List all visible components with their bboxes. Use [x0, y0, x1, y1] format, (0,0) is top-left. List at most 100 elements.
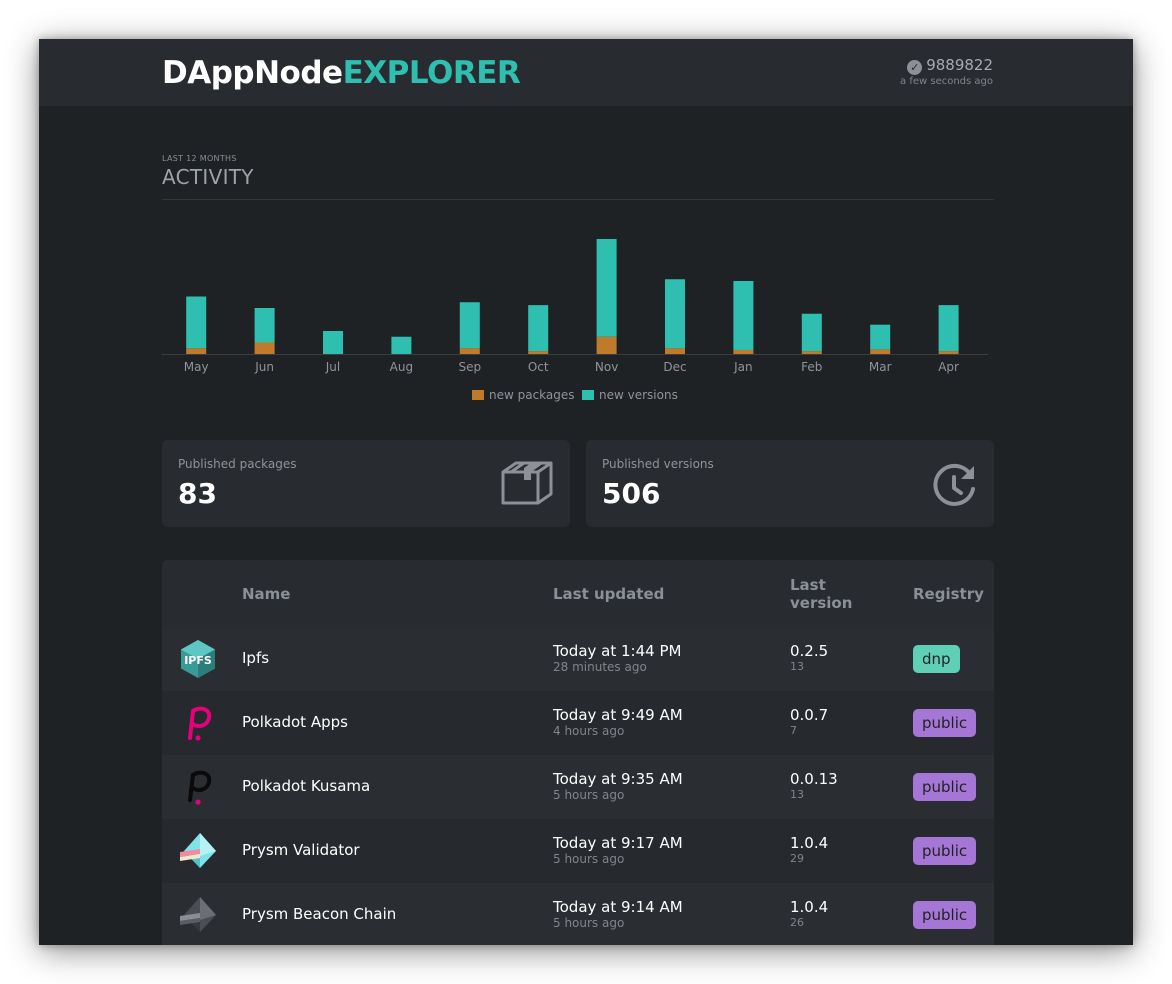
polkadot-kusama-icon [188, 770, 212, 805]
version-count: 7 [790, 724, 797, 737]
version-count: 13 [790, 660, 804, 673]
version-count: 29 [790, 852, 804, 865]
activity-title: ACTIVITY [162, 165, 254, 189]
registry-badge[interactable]: public [913, 709, 977, 737]
bar-new-packages [459, 348, 480, 354]
x-tick-label: Feb [801, 360, 822, 374]
last-updated: Today at 1:44 PM [553, 642, 682, 660]
x-tick-label: Apr [938, 360, 959, 374]
logo-accent: EXPLORER [342, 55, 521, 91]
package-box-icon [501, 461, 553, 505]
registry-badge[interactable]: dnp [913, 645, 960, 673]
x-tick-label: Mar [869, 360, 892, 374]
package-name[interactable]: Prysm Beacon Chain [242, 905, 396, 923]
bar-new-versions [596, 239, 617, 337]
last-updated-ago: 5 hours ago [553, 916, 625, 930]
app-window: DAppNodeEXPLORER ✓ 9889822 a few seconds … [39, 39, 1133, 945]
x-tick-label: Jan [733, 360, 753, 374]
column-registry-header[interactable]: Registry [913, 585, 984, 603]
x-tick-label: Aug [390, 360, 413, 374]
polkadot-apps-icon [188, 706, 212, 741]
legend-swatch-packages [472, 390, 484, 400]
published-packages-label: Published packages [178, 457, 297, 471]
version-count: 13 [790, 788, 804, 801]
legend-label-versions: new versions [599, 388, 678, 402]
ipfs-icon: IPFS [181, 640, 215, 678]
bar-new-versions [391, 336, 412, 354]
published-packages-card: Published packages 83 [162, 440, 570, 527]
bar-new-packages [938, 351, 959, 354]
table-row[interactable]: Polkadot Kusama Today at 9:35 AM 5 hours… [162, 755, 994, 819]
last-version: 0.2.5 [790, 642, 829, 660]
package-name[interactable]: Polkadot Kusama [242, 777, 370, 795]
column-updated-header[interactable]: Last updated [553, 585, 664, 603]
logo[interactable]: DAppNodeEXPLORER [162, 55, 521, 91]
check-circle-icon: ✓ [907, 60, 923, 75]
column-version-header-line2: version [790, 594, 853, 612]
legend-label-packages: new packages [489, 388, 575, 402]
prysm-beacon-chain-icon [180, 897, 216, 932]
table-row[interactable]: Prysm Beacon Chain Today at 9:14 AM 5 ho… [162, 883, 994, 945]
version-count: 26 [790, 916, 804, 929]
x-tick-label: Dec [663, 360, 686, 374]
last-version: 1.0.4 [790, 898, 829, 916]
bar-new-versions [528, 305, 549, 352]
registry-badge[interactable]: public [913, 837, 977, 865]
table-row[interactable]: Polkadot Apps Today at 9:49 AM 4 hours a… [162, 691, 994, 755]
registry-badge[interactable]: public [913, 901, 977, 929]
table-header: Name Last updated Last version Registry [162, 560, 994, 627]
last-version: 0.0.7 [790, 706, 829, 724]
column-version-header[interactable]: Last version [790, 576, 852, 612]
bar-new-versions [938, 305, 959, 352]
bar-new-packages [596, 336, 617, 354]
activity-subtitle: LAST 12 MONTHS [162, 154, 237, 163]
published-packages-value: 83 [178, 477, 217, 510]
last-updated-ago: 5 hours ago [553, 788, 625, 802]
top-bar: DAppNodeEXPLORER ✓ 9889822 a few seconds … [39, 39, 1133, 106]
bar-new-packages [733, 349, 754, 354]
bar-new-versions [254, 308, 275, 343]
x-tick-label: Jul [325, 360, 340, 374]
bar-new-packages [870, 349, 891, 354]
x-tick-label: Nov [595, 360, 618, 374]
bar-new-versions [870, 324, 891, 350]
last-version: 0.0.13 [790, 770, 838, 788]
last-updated: Today at 9:17 AM [553, 834, 683, 852]
bar-new-packages [528, 351, 549, 354]
block-time: a few seconds ago [900, 76, 993, 87]
logo-main: DAppNode [162, 55, 343, 91]
x-tick-label: Sep [458, 360, 481, 374]
bar-new-packages [665, 348, 685, 354]
legend-swatch-versions [582, 390, 594, 400]
bar-new-packages [801, 351, 822, 354]
activity-chart: May Jun Jul Aug Sep Oct Nov Dec Jan Feb Mar Apr new … [162, 239, 988, 402]
last-updated-ago: 28 minutes ago [553, 660, 647, 674]
last-updated-ago: 4 hours ago [553, 724, 625, 738]
column-version-header-line1: Last [790, 576, 826, 594]
table-row[interactable]: Prysm Validator Today at 9:17 AM 5 hours… [162, 819, 994, 883]
block-number: 9889822 [926, 56, 993, 74]
bar-new-packages [186, 348, 207, 354]
prysm-validator-icon [180, 833, 216, 868]
registry-badge[interactable]: public [913, 773, 977, 801]
bar-new-packages [254, 342, 275, 354]
svg-text:IPFS: IPFS [184, 654, 212, 667]
column-name-header[interactable]: Name [242, 585, 290, 603]
x-tick-label: Jun [254, 360, 274, 374]
published-versions-label: Published versions [602, 457, 714, 471]
history-clock-icon [933, 463, 975, 506]
last-updated: Today at 9:14 AM [553, 898, 683, 916]
last-updated: Today at 9:35 AM [553, 770, 683, 788]
bar-new-versions [665, 279, 685, 349]
last-updated: Today at 9:49 AM [553, 706, 683, 724]
bar-new-versions [323, 331, 343, 354]
bar-new-versions [801, 313, 822, 352]
package-name[interactable]: Polkadot Apps [242, 713, 348, 731]
package-name[interactable]: Ipfs [242, 649, 269, 667]
latest-block: ✓ 9889822 a few seconds ago [900, 56, 993, 87]
package-name[interactable]: Prysm Validator [242, 841, 360, 859]
last-version: 1.0.4 [790, 834, 829, 852]
bar-new-versions [459, 302, 480, 349]
published-versions-card: Published versions 506 [586, 440, 994, 527]
table-row[interactable]: IPFS Ipfs Today at 1:44 PM 28 minutes ag… [162, 627, 994, 691]
